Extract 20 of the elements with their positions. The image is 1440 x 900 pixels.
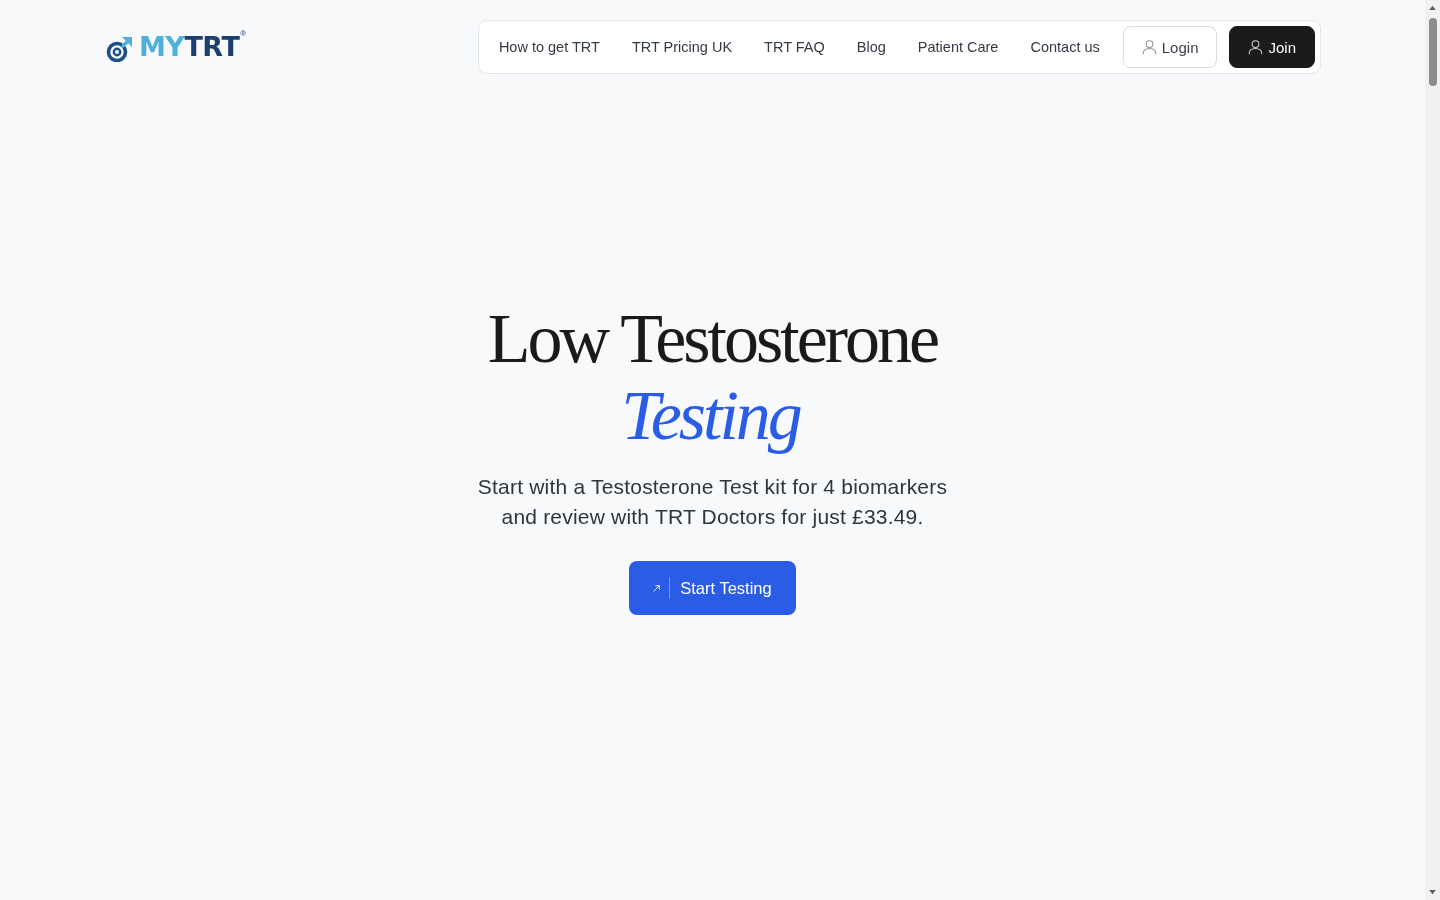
scroll-up-icon[interactable] — [1428, 5, 1437, 10]
nav-link[interactable]: TRT Pricing UK — [615, 26, 749, 68]
hero-subtitle: Start with a Testosterone Test kit for 4 biomarkers and review with TRT Doctors for just £33.49. — [476, 474, 949, 530]
person-icon — [1248, 39, 1264, 55]
arrow-icon — [653, 584, 661, 592]
nav-link[interactable]: Patient Care — [901, 26, 1015, 68]
scroll-down-icon[interactable] — [1428, 890, 1437, 895]
nav-link[interactable]: Blog — [840, 26, 902, 68]
nav-link[interactable]: TRT FAQ — [748, 26, 841, 68]
person-icon — [1141, 39, 1157, 55]
start-testing-button[interactable]: Start Testing — [629, 561, 796, 615]
login-button[interactable]: Login — [1122, 26, 1218, 68]
join-button[interactable]: Join — [1229, 26, 1315, 68]
hero-title: Low Testosterone — [487, 300, 938, 377]
logo-link[interactable]: MYTRT® — [105, 32, 247, 62]
scrollbar-thumb[interactable] — [1428, 18, 1437, 86]
hero-title-accent: Testing — [621, 377, 802, 454]
nav-link[interactable]: How to get TRT — [482, 26, 616, 68]
scrollbar[interactable] — [1425, 0, 1440, 900]
nav-link[interactable]: Contact us — [1014, 26, 1116, 68]
